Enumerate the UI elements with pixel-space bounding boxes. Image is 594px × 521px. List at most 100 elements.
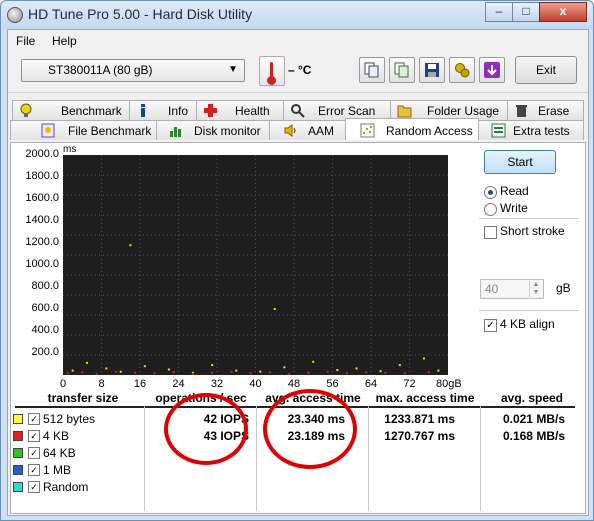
drive-select-value: ST380011A (80 gB) — [48, 63, 153, 77]
data-point — [211, 371, 214, 374]
stepper-arrows-icon[interactable]: ▲ ▼ — [529, 281, 542, 297]
temperature-readout: – °C — [288, 63, 312, 77]
data-point — [312, 360, 315, 363]
tab-strip: Benchmark Info Health Error Scan Folder … — [8, 92, 588, 142]
tab-label: Benchmark — [61, 104, 122, 118]
short-stroke-value: 40 — [485, 282, 499, 296]
short-stroke-unit: gB — [556, 281, 571, 295]
data-point — [288, 372, 291, 375]
read-radio[interactable] — [484, 186, 497, 199]
window-title: HD Tune Pro 5.00 - Hard Disk Utility — [28, 6, 253, 22]
options-button[interactable] — [449, 57, 475, 83]
data-point — [326, 370, 329, 373]
data-point — [355, 367, 358, 370]
header-transfer-size: transfer size — [47, 391, 119, 405]
avg-speed-value: 0.021 MB/s — [502, 412, 565, 426]
title-bar[interactable]: HD Tune Pro 5.00 - Hard Disk Utility – □… — [1, 1, 593, 29]
tab-label: Extra tests — [513, 124, 570, 138]
drive-select[interactable]: ST380011A (80 gB) ▼ — [21, 59, 245, 82]
menu-bar: File Help — [8, 30, 588, 52]
tab-erase[interactable]: Erase — [507, 100, 584, 120]
maximize-button[interactable]: □ — [512, 2, 540, 22]
tab-benchmark[interactable]: Benchmark — [12, 100, 130, 120]
download-arrow-icon — [484, 62, 500, 78]
start-button[interactable]: Start — [484, 150, 556, 174]
align-label: 4 KB align — [500, 317, 555, 331]
row-checkbox[interactable]: ✓ — [28, 430, 40, 442]
data-point — [81, 371, 84, 374]
scatter-plot — [63, 155, 448, 375]
data-point — [235, 369, 238, 372]
short-stroke-stepper[interactable]: 40 ▲ ▼ — [480, 279, 544, 299]
tab-label: File Benchmark — [68, 124, 152, 138]
tab-random-access[interactable]: Random Access — [345, 118, 479, 140]
tab-disk-monitor[interactable]: Disk monitor — [156, 120, 270, 140]
extra-tests-icon — [491, 123, 506, 138]
row-checkbox[interactable]: ✓ — [28, 447, 40, 459]
menu-help[interactable]: Help — [52, 34, 77, 48]
short-stroke-label: Short stroke — [500, 224, 565, 238]
menu-file[interactable]: File — [16, 34, 35, 48]
tab-extra-tests[interactable]: Extra tests — [478, 120, 584, 140]
minimize-button[interactable]: – — [485, 2, 513, 22]
row-label: 64 KB — [43, 446, 76, 460]
save-button[interactable] — [419, 57, 445, 83]
data-point — [86, 361, 89, 364]
header-avg-speed: avg. speed — [500, 391, 564, 405]
row-checkbox[interactable]: ✓ — [28, 464, 40, 476]
tab-label: Random Access — [386, 124, 473, 138]
row-color-swatch — [13, 465, 23, 475]
column-divider — [144, 406, 145, 511]
tab-label: Health — [235, 104, 270, 118]
align-checkbox[interactable]: ✓ — [484, 319, 497, 332]
close-button[interactable]: x — [539, 2, 587, 22]
y-axis-unit: ms — [63, 144, 77, 155]
health-cross-icon — [204, 104, 217, 117]
tab-error-scan[interactable]: Error Scan — [283, 100, 391, 120]
y-tick-label: 1400.0 — [25, 214, 59, 226]
tab-label: Erase — [538, 104, 570, 118]
row-color-swatch — [13, 431, 23, 441]
data-point — [105, 367, 108, 370]
y-tick-label: 800.0 — [31, 280, 59, 292]
row-checkbox[interactable]: ✓ — [28, 413, 40, 425]
copy-info-button[interactable] — [359, 57, 385, 83]
tab-aam[interactable]: AAM — [269, 120, 346, 140]
header-max-access: max. access time — [375, 391, 475, 405]
data-point — [403, 372, 406, 375]
file-bulb-icon — [41, 123, 55, 138]
y-tick-label: 200.0 — [31, 346, 59, 358]
thermometer-icon — [259, 56, 285, 86]
data-point — [379, 370, 382, 373]
data-point — [95, 372, 98, 375]
data-point — [191, 372, 194, 375]
app-icon — [7, 7, 23, 23]
y-tick-label: 1000.0 — [25, 258, 59, 270]
speaker-icon — [284, 124, 296, 137]
write-label: Write — [500, 201, 528, 215]
data-point — [153, 372, 156, 375]
short-stroke-checkbox[interactable] — [484, 226, 497, 239]
row-checkbox[interactable]: ✓ — [28, 481, 40, 493]
download-button[interactable] — [479, 57, 505, 83]
column-divider — [368, 406, 369, 511]
scatter-plot-svg — [63, 155, 448, 375]
row-label: Random — [43, 480, 89, 494]
tab-file-benchmark[interactable]: File Benchmark — [10, 120, 157, 140]
data-point — [345, 372, 348, 375]
divider — [479, 310, 579, 311]
row-color-swatch — [13, 482, 23, 492]
exit-button[interactable]: Exit — [515, 56, 577, 84]
copy-screenshot-button[interactable] — [389, 57, 415, 83]
row-label: 512 bytes — [43, 412, 96, 426]
copy-icon — [364, 62, 379, 78]
write-radio[interactable] — [484, 203, 497, 216]
data-point — [66, 372, 69, 375]
tab-health[interactable]: Health — [196, 100, 284, 120]
tab-info[interactable]: Info — [129, 100, 197, 120]
data-point — [129, 244, 132, 247]
data-point — [398, 364, 401, 367]
tab-folder-usage[interactable]: Folder Usage — [390, 100, 508, 120]
tab-label: AAM — [308, 124, 335, 138]
y-tick-label: 600.0 — [31, 302, 59, 314]
